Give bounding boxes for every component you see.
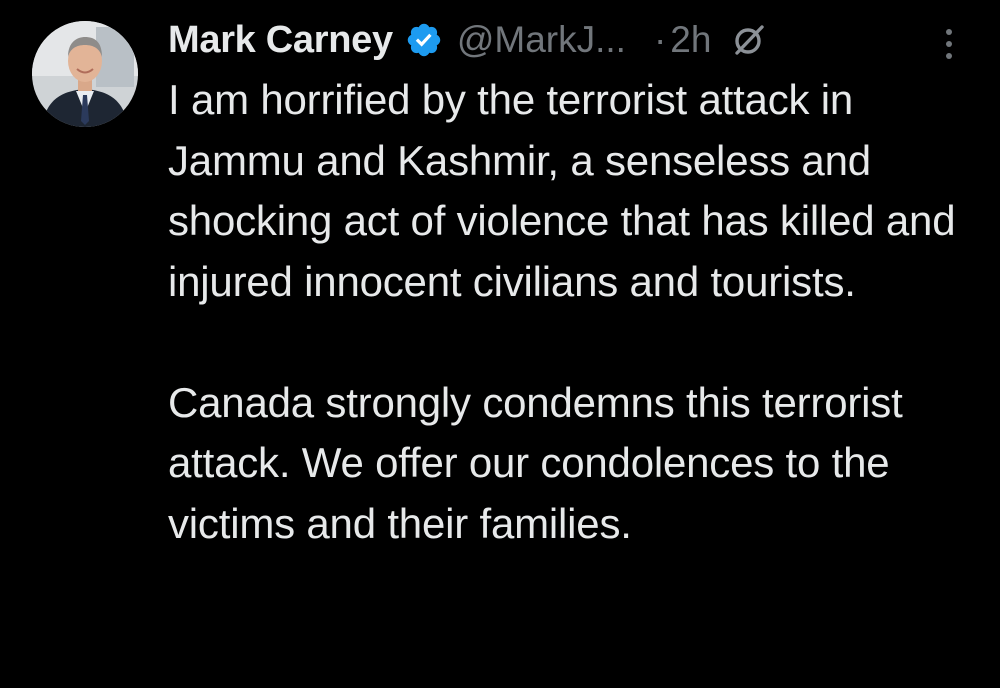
verified-badge-icon[interactable] bbox=[405, 21, 443, 59]
tweet-body: I am horrified by the terrorist attack i… bbox=[168, 70, 988, 554]
tweet-paragraph: Canada strongly condemns this terrorist … bbox=[168, 378, 903, 547]
author-avatar[interactable] bbox=[32, 21, 138, 127]
tweet[interactable]: Mark Carney @MarkJ... · 2h I am horrifie… bbox=[0, 0, 1000, 688]
more-options-icon[interactable] bbox=[934, 22, 964, 66]
avatar-image bbox=[32, 21, 138, 127]
author-handle[interactable]: @MarkJ... bbox=[457, 19, 626, 61]
grok-icon[interactable] bbox=[731, 22, 767, 58]
timestamp-separator: · bbox=[653, 19, 667, 60]
tweet-paragraph: I am horrified by the terrorist attack i… bbox=[168, 76, 956, 305]
author-display-name[interactable]: Mark Carney bbox=[168, 19, 393, 62]
tweet-header: Mark Carney @MarkJ... · 2h bbox=[168, 12, 968, 68]
tweet-timestamp[interactable]: 2h bbox=[670, 19, 711, 61]
